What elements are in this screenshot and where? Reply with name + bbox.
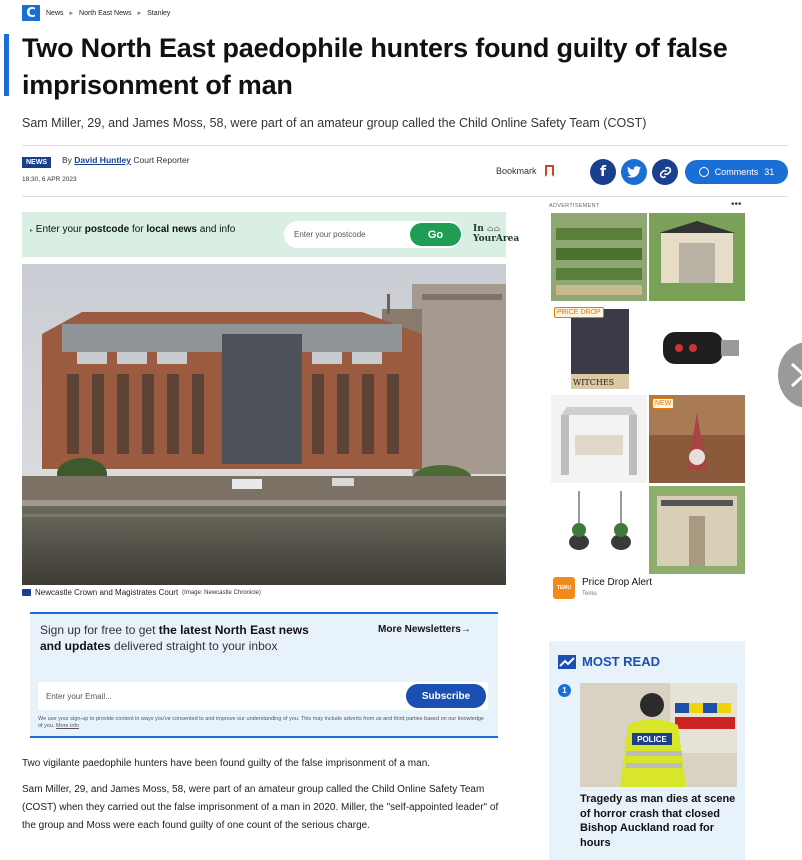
postcode-prompt-text: Enter your — [35, 224, 85, 235]
postcode-widget: ▸ Enter your postcode for local news and… — [22, 212, 519, 257]
more-options-icon[interactable]: ••• — [731, 199, 742, 210]
facebook-share-button[interactable]: f — [590, 159, 616, 185]
ad-sponsor: Temu — [582, 591, 597, 597]
article-paragraph: Two vigilante paedophile hunters have be… — [22, 758, 431, 769]
breadcrumb: C News ▸ North East News ▸ Stanley — [22, 4, 170, 22]
ad-title[interactable]: Price Drop Alert — [582, 577, 652, 588]
ad-product-tile[interactable] — [551, 395, 647, 483]
chevron-right-icon: ▸ — [137, 10, 142, 17]
ad-product-image — [649, 213, 745, 301]
byline-prefix: By — [62, 155, 72, 165]
postcode-go-button[interactable]: Go — [410, 223, 461, 246]
facebook-icon: f — [599, 164, 607, 180]
most-read-heading: MOST READ — [558, 654, 660, 669]
most-read-panel: MOST READ 1 POLICE Tragedy as man dies a… — [549, 641, 745, 860]
inyourarea-logo[interactable]: In ⌂⌂ YourArea — [473, 223, 519, 244]
divider — [22, 196, 788, 197]
postcode-prompt: ▸ Enter your postcode for local news and… — [30, 224, 260, 237]
caption-credit: (Image: Newcastle Chronicle) — [182, 589, 261, 596]
temu-logo[interactable]: TEMU — [553, 577, 575, 599]
more-newsletters-link[interactable]: More Newsletters→ — [378, 624, 471, 635]
author-link[interactable]: David Huntley — [74, 155, 131, 165]
ad-product-image — [649, 304, 745, 392]
link-icon — [659, 166, 671, 178]
ad-product-image — [551, 213, 647, 301]
postcode-prompt-text: and info — [196, 224, 236, 235]
breadcrumb-item-news[interactable]: News — [46, 10, 64, 17]
byline: By David Huntley Court Reporter — [62, 155, 190, 165]
fine-print-text: We use your sign-up to provide content i… — [38, 716, 484, 729]
article-standfirst: Sam Miller, 29, and James Moss, 58, were… — [22, 116, 647, 130]
inyourarea-logo-line1: In — [473, 224, 484, 234]
police-sign-text: POLICE — [637, 735, 667, 744]
trending-icon — [558, 654, 576, 669]
headline-accent-bar — [4, 34, 9, 96]
ad-product-tile[interactable] — [551, 486, 647, 574]
chevron-right-icon — [790, 362, 802, 388]
postcode-prompt-text: for — [129, 224, 147, 235]
breadcrumb-item-north-east-news[interactable]: North East News — [79, 10, 132, 17]
subscribe-button[interactable]: Subscribe — [406, 684, 486, 708]
postcode-prompt-bold: local news — [146, 224, 197, 235]
inyourarea-logo-line2: YourArea — [473, 234, 520, 244]
comments-count: 31 — [764, 167, 775, 177]
image-caption: Newcastle Crown and Magistrates Court (I… — [22, 588, 261, 597]
copy-link-button[interactable] — [652, 159, 678, 185]
advertisement-label: ADVERTISEMENT — [549, 203, 600, 209]
twitter-icon — [627, 166, 641, 178]
postcode-prompt-bold: postcode — [84, 224, 130, 235]
witches-sign-text: WITCHES — [573, 378, 615, 387]
price-drop-tag: PRICE DROP — [554, 307, 604, 318]
ad-product-tile[interactable]: NEW — [649, 395, 745, 483]
ad-product-tile[interactable] — [649, 486, 745, 574]
newsletter-pitch: Sign up for free to get the latest North… — [40, 622, 330, 654]
newsletter-pitch-lead: Sign up for free to get — [40, 623, 159, 637]
breadcrumb-item-stanley[interactable]: Stanley — [147, 10, 170, 17]
ad-product-tile[interactable]: PRICE DROP WITCHES — [551, 304, 647, 392]
most-read-headline[interactable]: Tragedy as man dies at scene of horror c… — [580, 792, 740, 850]
houses-icon: ⌂⌂ — [486, 223, 501, 233]
bookmark-icon — [544, 165, 554, 177]
camera-icon — [22, 589, 31, 596]
ad-product-image — [649, 486, 745, 574]
comment-bubble-icon — [698, 167, 709, 177]
rank-badge: 1 — [558, 684, 571, 697]
more-info-link[interactable]: More info — [56, 723, 79, 729]
court-building-photo — [22, 264, 506, 585]
publish-date: 18:30, 6 APR 2023 — [22, 176, 77, 183]
site-logo[interactable]: C — [22, 5, 40, 21]
article-paragraph: Sam Miller, 29, and James Moss, 58, were… — [22, 784, 499, 831]
most-read-heading-text: MOST READ — [582, 654, 660, 669]
twitter-share-button[interactable] — [621, 159, 647, 185]
most-read-image[interactable]: POLICE — [580, 683, 737, 787]
caption-text: Newcastle Crown and Magistrates Court — [35, 588, 179, 597]
divider — [22, 145, 788, 146]
bookmark-label: Bookmark — [496, 166, 537, 176]
more-newsletters-label: More Newsletters — [378, 624, 461, 635]
ad-product-tile[interactable] — [649, 213, 745, 301]
ad-product-tile[interactable] — [649, 304, 745, 392]
ad-product-image — [551, 486, 647, 574]
comments-button[interactable]: Comments 31 — [685, 160, 788, 184]
newsletter-signup: Sign up for free to get the latest North… — [30, 612, 498, 738]
new-tag: NEW — [652, 398, 675, 409]
bookmark-button[interactable]: Bookmark — [496, 165, 554, 177]
chevron-right-icon: ▸ — [69, 10, 74, 17]
news-badge: NEWS — [22, 157, 51, 168]
police-officer-photo: POLICE — [580, 683, 737, 787]
ad-product-tile[interactable] — [551, 213, 647, 301]
carousel-next-button[interactable] — [778, 342, 802, 408]
hero-image[interactable] — [22, 264, 506, 585]
author-role: Court Reporter — [133, 155, 190, 165]
newsletter-pitch-tail: delivered straight to your inbox — [110, 639, 278, 653]
arrow-right-icon: → — [460, 624, 471, 635]
play-icon: ▸ — [30, 228, 34, 234]
comments-label: Comments — [714, 167, 759, 177]
article-headline: Two North East paedophile hunters found … — [22, 33, 728, 100]
ad-product-image — [551, 395, 647, 483]
newsletter-fine-print: We use your sign-up to provide content i… — [38, 716, 490, 730]
